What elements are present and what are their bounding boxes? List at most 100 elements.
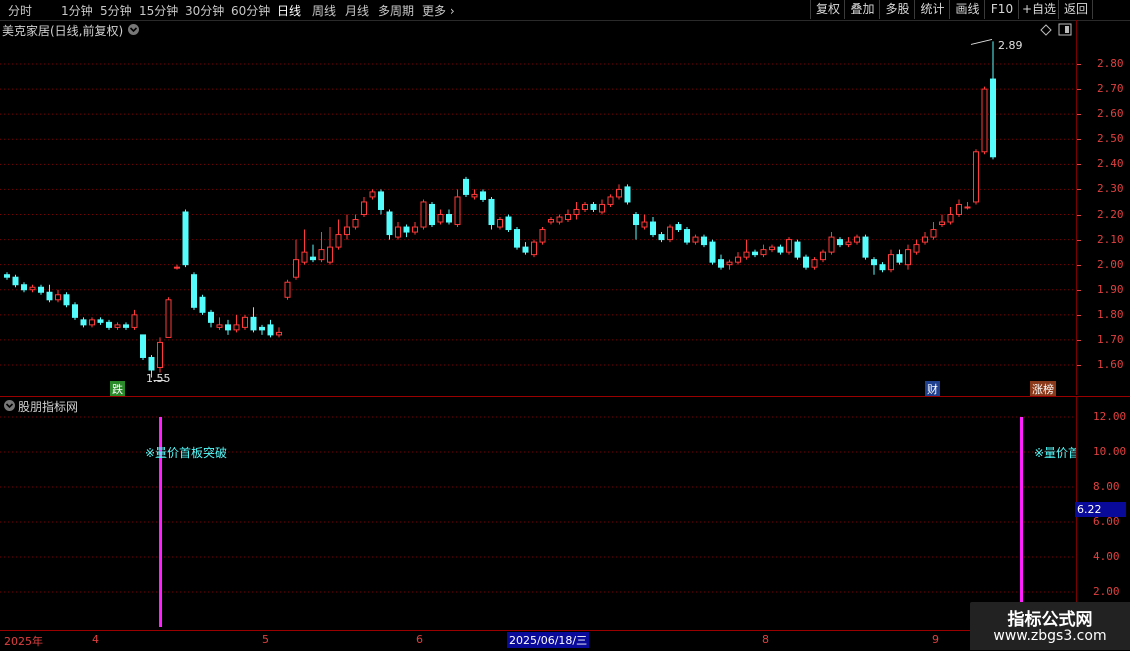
candle-body [352,219,359,228]
candle-body [862,236,869,258]
chevron-right-icon: › [446,4,455,18]
candle-body [386,211,393,236]
candle-body [990,78,996,158]
candle-body [811,259,818,268]
restore-rights-button[interactable]: 复权 [810,0,845,19]
tab-period-6[interactable]: 日线 [277,2,301,19]
candle-body [743,251,750,258]
candle-body [701,236,707,246]
candle-body [63,294,70,306]
add-favorite-button[interactable]: 返回 [1058,0,1093,19]
candle-body [760,249,767,256]
marker-finance[interactable]: 财 [925,381,940,397]
price-tick-label: 2.10 [1097,232,1124,246]
marker-limit-up-list[interactable]: 涨榜 [1030,381,1056,397]
candle-body [267,324,274,336]
candle-body [199,296,206,313]
candle-body [947,214,954,223]
candle-body [556,216,563,223]
candle-body [794,241,801,258]
candle-body [259,326,265,331]
candle-body [148,356,155,371]
price-tick [1077,114,1081,116]
candle-body [318,249,325,261]
candle-body [395,226,401,238]
overlay-button[interactable]: 叠加 [844,0,880,19]
candle-body [216,324,223,328]
candle-body [845,241,852,246]
candle-body [505,216,512,231]
signal-label-right: ※量价首 [1034,446,1076,460]
period-toolbar: 分时 1分钟 5分钟 15分钟 30分钟 60分钟 日线 周线 月线 多周期 更… [0,0,1130,21]
price-tick-label: 2.00 [1097,257,1124,271]
candle-body [12,276,19,286]
time-label-5: 5 [262,633,269,646]
tab-period-1[interactable]: 1分钟 [61,2,93,19]
candle-body [46,291,53,301]
tab-period-2[interactable]: 5分钟 [100,2,132,19]
marker-fall[interactable]: 跌 [110,381,125,397]
time-label-6: 6 [416,633,423,646]
tab-period-3[interactable]: 15分钟 [139,2,178,19]
candle-body [820,251,826,261]
candle-body [590,203,597,210]
price-tick [1077,164,1081,166]
candle-body [582,203,588,210]
f10-button[interactable]: F10 [984,0,1019,19]
candle-body [182,211,189,266]
indicator-tick-label: 10.00 [1093,445,1127,458]
candle-body [828,236,835,253]
candle-body [471,193,478,198]
candle-body [480,191,486,200]
candle-body [497,219,503,228]
mark-button[interactable]: +自选 [1018,0,1059,19]
candle-body [38,286,44,293]
candle-body [131,314,138,328]
tab-more[interactable]: 更多 › [422,2,455,19]
candle-body [488,198,495,226]
tab-period-8[interactable]: 月线 [345,2,369,19]
statistics-button[interactable]: 统计 [914,0,950,19]
candle-body [335,234,342,248]
price-tick [1077,264,1081,266]
candle-body [641,221,648,228]
candle-body [905,249,911,266]
tab-period-0[interactable]: 分时 [8,2,32,19]
time-label-8: 8 [762,633,769,646]
candle-body [718,259,724,268]
candle-body [174,266,180,269]
indicator-chart[interactable] [0,397,1076,630]
multi-stock-button[interactable]: 多股 [879,0,915,19]
candle-body [548,219,554,223]
candle-body [871,259,877,266]
watermark-title: 指标公式网 [1007,610,1093,630]
candle-body [114,324,121,328]
tab-period-4[interactable]: 30分钟 [185,2,224,19]
candle-body [123,324,129,328]
candle-body [463,178,469,195]
candle-body [284,281,291,298]
candle-body [888,254,894,271]
price-tick [1077,214,1081,216]
candlestick-chart[interactable] [0,20,1076,395]
tab-period-5[interactable]: 60分钟 [231,2,270,19]
candle-body [429,203,435,226]
candle-body [55,294,61,301]
draw-line-button[interactable]: 画线 [949,0,985,19]
high-pointer [970,38,993,45]
price-tick-label: 2.70 [1097,82,1124,96]
candle-body [276,331,282,336]
back-button[interactable] [1092,0,1130,19]
price-tick [1077,139,1081,141]
candle-body [72,304,78,318]
tab-period-9[interactable]: 多周期 [378,2,414,19]
candle-body [310,256,316,261]
candle-body [658,234,665,241]
candle-body [777,246,784,253]
tab-more-label: 更多 [422,4,447,18]
candle-body [896,254,903,263]
price-tick-label: 2.40 [1097,157,1124,171]
candle-body [616,188,622,198]
candle-body [939,221,945,226]
tab-period-7[interactable]: 周线 [312,2,336,19]
